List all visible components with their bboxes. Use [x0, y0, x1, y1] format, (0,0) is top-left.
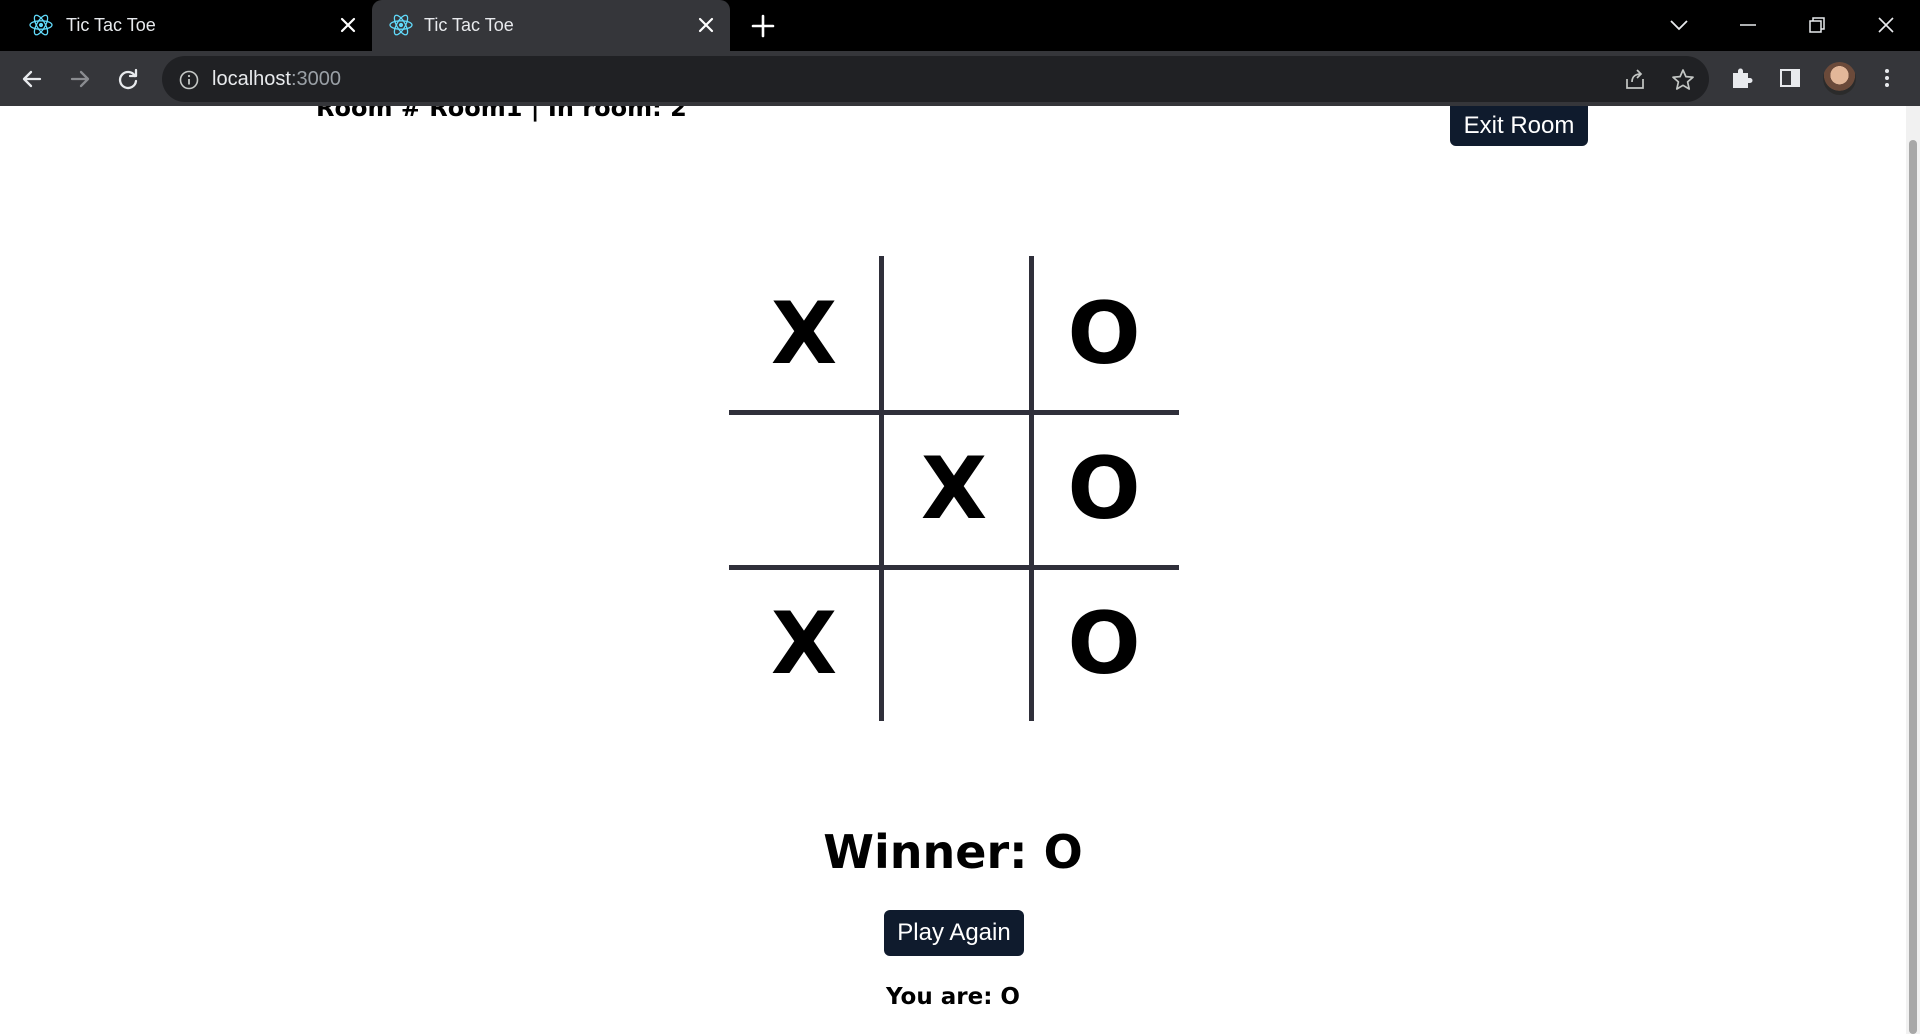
board-cell[interactable]: X [879, 411, 1029, 566]
extensions-puzzle-icon[interactable] [1728, 64, 1756, 92]
board-cell[interactable]: O [1029, 566, 1179, 721]
url-text: localhost:3000 [212, 68, 341, 91]
board-cell[interactable] [879, 566, 1029, 721]
player-symbol-text: You are: O [886, 984, 1020, 1010]
url-host: localhost [212, 68, 291, 90]
tab-1[interactable]: Tic Tac Toe [0, 0, 370, 51]
tab-title: Tic Tac Toe [66, 15, 156, 35]
close-tab-icon[interactable] [694, 13, 718, 37]
site-info-icon[interactable] [178, 69, 200, 91]
forward-arrow-icon[interactable] [66, 65, 94, 93]
share-icon[interactable] [1622, 67, 1648, 93]
grid-line [729, 565, 1179, 570]
page-viewport: Room # Room1 | In room: 2 Exit Room X O … [0, 106, 1920, 1034]
tab-strip: Tic Tac Toe Tic Tac Toe [0, 0, 1920, 51]
address-bar[interactable]: localhost:3000 [162, 56, 1709, 102]
page-scrollbar[interactable] [1906, 106, 1920, 1034]
board-cell[interactable]: O [1029, 256, 1179, 411]
profile-avatar[interactable] [1823, 62, 1856, 95]
board-cell[interactable]: X [729, 256, 879, 411]
restore-icon[interactable] [1802, 10, 1832, 40]
react-icon [29, 14, 53, 36]
url-port: :3000 [290, 68, 341, 90]
winner-heading: Winner: O [823, 825, 1083, 879]
grid-line [729, 410, 1179, 415]
side-panel-icon[interactable] [1776, 64, 1804, 92]
close-tab-icon[interactable] [336, 13, 360, 37]
tab-title: Tic Tac Toe [424, 15, 514, 35]
browser-toolbar: localhost:3000 [0, 51, 1920, 106]
room-info: Room # Room1 | In room: 2 [316, 106, 687, 122]
exit-room-button[interactable]: Exit Room [1450, 106, 1588, 146]
new-tab-plus-icon[interactable] [750, 13, 776, 39]
board-cell[interactable] [879, 256, 1029, 411]
back-arrow-icon[interactable] [18, 65, 46, 93]
scrollbar-thumb[interactable] [1909, 140, 1917, 1034]
play-again-button[interactable]: Play Again [884, 910, 1024, 956]
more-vertical-icon[interactable] [1873, 64, 1901, 92]
grid-line [879, 256, 884, 721]
reload-icon[interactable] [114, 65, 142, 93]
board-cell[interactable]: O [1029, 411, 1179, 566]
board-cell[interactable]: X [729, 566, 879, 721]
tab-2-active[interactable]: Tic Tac Toe [372, 0, 730, 51]
minimize-icon[interactable] [1733, 10, 1763, 40]
game-board: X O X O X O [729, 256, 1179, 721]
board-cell[interactable] [729, 411, 879, 566]
react-icon [389, 14, 413, 36]
bookmark-star-icon[interactable] [1670, 67, 1696, 93]
close-window-icon[interactable] [1871, 10, 1901, 40]
tab-search-chevron-icon[interactable] [1664, 10, 1694, 40]
grid-line [1029, 256, 1034, 721]
